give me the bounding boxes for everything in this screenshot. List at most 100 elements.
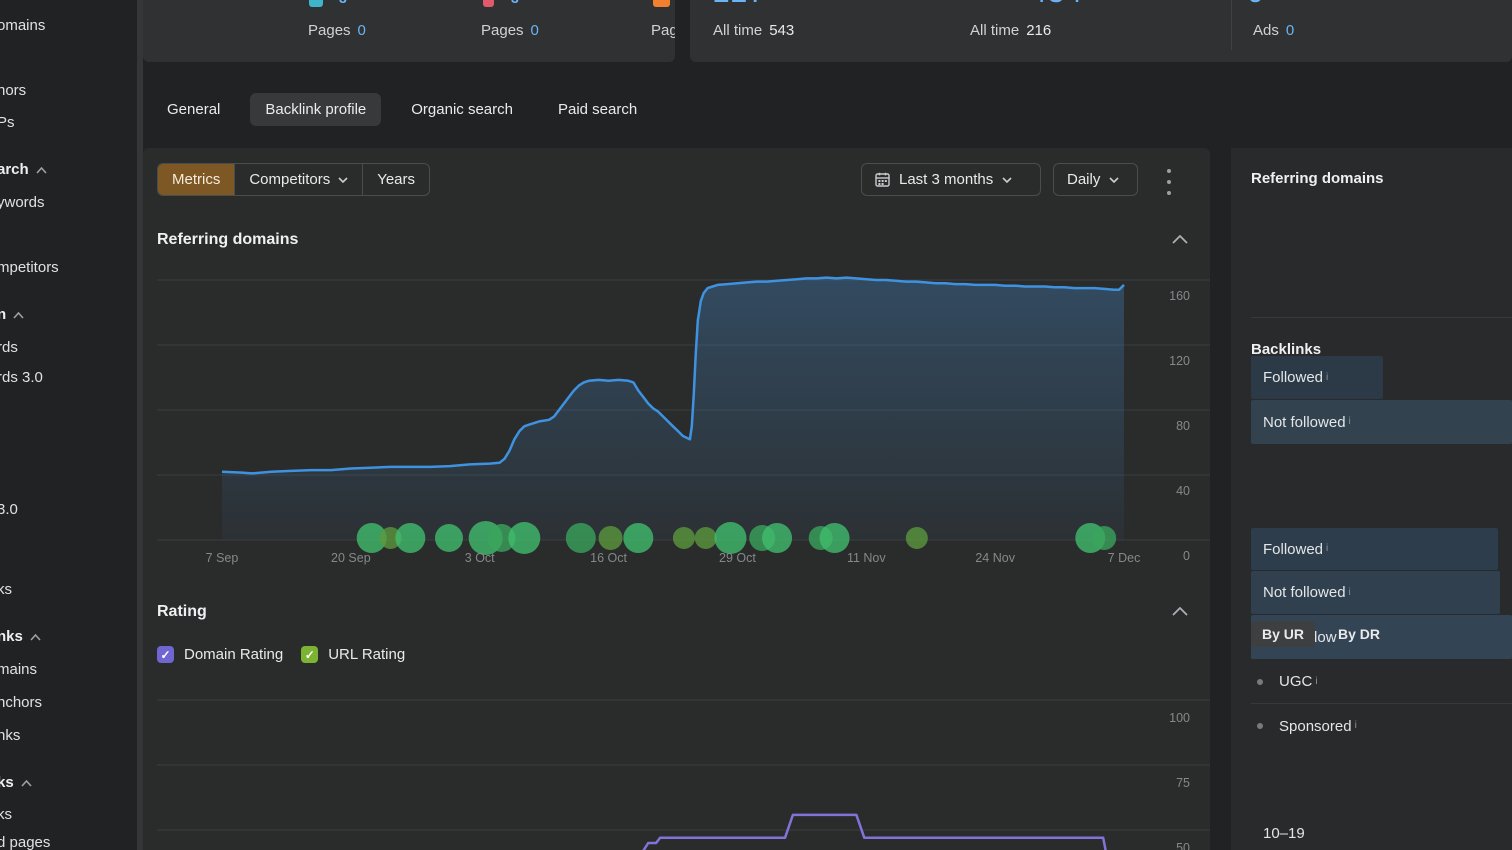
filter-label: Not followed xyxy=(1263,584,1346,601)
segment-competitors[interactable]: Competitors xyxy=(235,164,363,195)
sidebar-item[interactable]: omains xyxy=(0,17,45,34)
alltime-stat: All time 216 xyxy=(970,22,1051,39)
stat-value: 543 xyxy=(769,22,794,39)
partial-big-number: 0 xyxy=(1247,0,1265,10)
segment-metrics[interactable]: Metrics xyxy=(158,164,235,195)
date-range-button[interactable]: Last 3 months xyxy=(861,163,1041,196)
chevron-up-icon xyxy=(30,634,41,641)
collapse-referring-chart-icon[interactable] xyxy=(1172,235,1188,251)
filter-backlinks-not-followed[interactable]: Not followedi xyxy=(1263,571,1351,614)
chevron-up-icon xyxy=(13,312,24,319)
pages-stat: Pages0 xyxy=(481,22,539,39)
sidebar-item-label: arch xyxy=(0,161,29,178)
sidebar-item-label: mpetitors xyxy=(0,259,59,276)
filter-refdomains-not-followed[interactable]: Not followedi xyxy=(1263,400,1351,444)
teal-site-icon xyxy=(309,0,323,7)
sidebar-item-label: Ps xyxy=(0,114,15,131)
stat-label: Pages xyxy=(481,22,524,39)
date-range-label: Last 3 months xyxy=(899,171,993,188)
bullet-icon xyxy=(1257,723,1263,729)
sidebar-item[interactable]: mpetitors xyxy=(0,259,59,276)
sidebar-item[interactable]: mains xyxy=(0,661,37,678)
sidebar-item-label: rds 3.0 xyxy=(0,369,43,386)
chevron-down-icon xyxy=(1109,177,1119,183)
sidebar-item[interactable]: ks xyxy=(0,581,12,598)
segment-years[interactable]: Years xyxy=(363,164,429,195)
view-segmented-control: Metrics Competitors Years xyxy=(157,163,430,196)
sidebar-item[interactable]: ywords xyxy=(0,194,45,211)
sidebar-item-label: n xyxy=(0,306,6,323)
tab-organic-search[interactable]: Organic search xyxy=(396,93,528,126)
sidebar-item[interactable]: ks xyxy=(0,774,32,791)
sidebar-item[interactable]: rds xyxy=(0,339,18,356)
granularity-button[interactable]: Daily xyxy=(1053,163,1138,196)
toggle-by-dr[interactable]: By DR xyxy=(1327,621,1391,647)
more-options-button[interactable] xyxy=(1161,167,1177,197)
collapse-rating-chart-icon[interactable] xyxy=(1172,607,1188,623)
granularity-label: Daily xyxy=(1067,171,1100,188)
sidebar-item-label: 3.0 xyxy=(0,501,18,518)
range-10-19[interactable]: 10–19 xyxy=(1263,811,1305,850)
sidebar-item[interactable]: hors xyxy=(0,82,26,99)
tab-backlink-profile[interactable]: Backlink profile xyxy=(250,93,381,126)
stat-value: 216 xyxy=(1026,22,1051,39)
partial-count: 3 xyxy=(339,0,347,6)
stat-label: Pages xyxy=(651,22,675,39)
sidebar-item-label: d pages xyxy=(0,834,50,850)
filters-referring-domains-title: Referring domains xyxy=(1251,170,1384,187)
tab-paid-search[interactable]: Paid search xyxy=(543,93,652,126)
sidebar-item[interactable]: nchors xyxy=(0,694,42,711)
filter-backlinks-followed[interactable]: Followedi xyxy=(1263,528,1328,570)
sidebar-item-label: ks xyxy=(0,806,12,823)
filter-label: Not followed xyxy=(1263,414,1346,431)
chevron-down-icon xyxy=(1002,177,1012,183)
sidebar-item[interactable]: rds 3.0 xyxy=(0,369,43,386)
sidebar-item[interactable]: Ps xyxy=(0,114,15,131)
pages-stat: Pages0 xyxy=(308,22,366,39)
profile-tabs: General Backlink profile Organic search Pai… xyxy=(152,91,652,128)
sidebar-item[interactable]: nks xyxy=(0,727,20,744)
sidebar-item[interactable]: 3.0 xyxy=(0,501,18,518)
partial-big-number: 227 xyxy=(713,0,766,10)
sidebar-item-label: mains xyxy=(0,661,37,678)
sidebar-item[interactable]: ks xyxy=(0,806,12,823)
stat-label: All time xyxy=(970,22,1019,39)
sidebar-item[interactable]: n xyxy=(0,306,24,323)
segment-label: Years xyxy=(377,171,415,188)
sidebar-item-label: nks xyxy=(0,628,23,645)
stat-label: All time xyxy=(713,22,762,39)
tab-general[interactable]: General xyxy=(152,93,235,126)
legend-label: Domain Rating xyxy=(184,646,283,663)
partial-count: 3 xyxy=(511,0,519,6)
checkbox-checked-icon[interactable]: ✓ xyxy=(301,646,318,663)
legend-domain-rating[interactable]: ✓ Domain Rating xyxy=(157,646,283,663)
filter-label: UGC xyxy=(1279,673,1312,690)
stat-label: Pages xyxy=(308,22,351,39)
filter-backlinks-ugc[interactable]: UGCi xyxy=(1257,660,1318,703)
sidebar-item-label: ywords xyxy=(0,194,45,211)
chevron-up-icon xyxy=(36,167,47,174)
segment-label: Competitors xyxy=(249,171,330,188)
chevron-down-icon xyxy=(338,177,348,183)
sidebar-item[interactable]: d pages xyxy=(0,834,50,850)
checkbox-checked-icon[interactable]: ✓ xyxy=(157,646,174,663)
backlink-profile-page: omains hors Ps arch ywords mpetitors n rds rds 3… xyxy=(0,0,1512,850)
alltime-stat: Ads0 xyxy=(1253,22,1294,39)
toggle-by-ur[interactable]: By UR xyxy=(1251,621,1315,647)
bullet-icon xyxy=(1257,679,1263,685)
filters-backlinks-title: Backlinks xyxy=(1251,341,1321,358)
legend-url-rating[interactable]: ✓ URL Rating xyxy=(301,646,405,663)
pages-summary-card: 3Pages03Pages015Pages5 xyxy=(143,0,675,62)
segment-label: Metrics xyxy=(172,171,220,188)
filter-backlinks-sponsored[interactable]: Sponsoredi xyxy=(1257,704,1357,748)
filter-refdomains-followed[interactable]: Followedi xyxy=(1263,356,1328,399)
filter-label: Sponsored xyxy=(1279,718,1352,735)
legend-label: URL Rating xyxy=(328,646,405,663)
sidebar-item[interactable]: arch xyxy=(0,161,47,178)
calendar-icon xyxy=(875,172,890,187)
divider xyxy=(1251,317,1512,318)
sidebar-item-label: ks xyxy=(0,774,14,791)
sidebar-item[interactable]: nks xyxy=(0,628,41,645)
filters-panel: Referring domains FollowediNot followedi… xyxy=(1231,148,1512,850)
alltime-stat: All time 543 xyxy=(713,22,794,39)
